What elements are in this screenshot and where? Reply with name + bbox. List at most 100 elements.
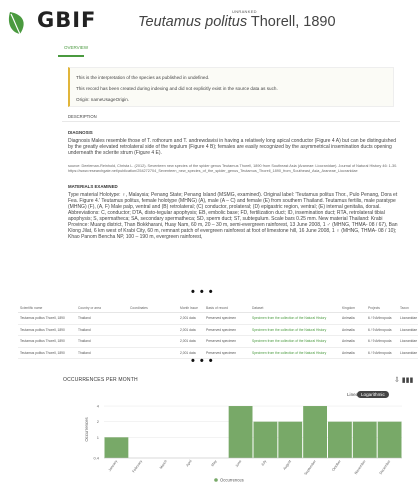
interpretation-notice: This is the interpretation of the specie…	[68, 67, 394, 107]
bar-september	[303, 406, 327, 458]
y-axis-label: Occurrences	[84, 417, 89, 441]
x-tick-label: November	[354, 459, 367, 476]
table-row[interactable]: Teutamus politus Thorell, 1890 Thailand 2,…	[18, 347, 418, 359]
x-tick-label: April	[185, 459, 193, 467]
table-header: Scientific name Country or area Coordinate…	[18, 303, 418, 313]
bar-october	[328, 421, 352, 458]
x-tick-label: September	[304, 459, 318, 476]
materials-title: MATERIALS EXAMINED	[68, 184, 118, 189]
table-row[interactable]: Teutamus politus Thorell, 1890 Thailand 2,…	[18, 335, 418, 348]
legend-label: Occurrences	[220, 478, 244, 483]
table-cell	[128, 312, 178, 325]
tab-active-indicator	[58, 55, 84, 57]
table-cell[interactable]: Specimen from the collection of the Natu…	[250, 335, 340, 348]
column-header[interactable]: Basis of record	[204, 303, 250, 313]
table-cell: Preserved specimen	[204, 335, 250, 348]
x-tick-label: February	[132, 459, 144, 473]
column-header[interactable]: Country or area	[76, 303, 128, 313]
table-cell: Preserved specimen	[204, 324, 250, 336]
table-cell: Thailand	[76, 312, 128, 325]
bar-november	[352, 421, 377, 458]
y-tick-label: 0.4	[93, 456, 99, 461]
x-tick-label: March	[159, 459, 168, 469]
bar-july	[253, 421, 278, 458]
table-cell: Thailand	[76, 347, 128, 359]
table-cell: 6 / 9 Arthropoda	[366, 324, 398, 336]
table-cell	[128, 347, 178, 359]
page-title: Teutamus politus Thorell, 1890	[138, 14, 336, 30]
column-header[interactable]: Projects	[366, 303, 398, 313]
column-header[interactable]: Scientific name	[18, 303, 76, 313]
x-tick-label: August	[282, 459, 292, 470]
bar-august	[278, 421, 303, 458]
x-tick-label: July	[260, 459, 267, 467]
table-cell	[128, 324, 178, 336]
notice-line: This is the interpretation of the specie…	[76, 75, 210, 80]
table-cell: Animalia	[340, 312, 366, 325]
table-cell: Liocranidae	[398, 312, 418, 325]
occurrences-chart: 0.4 1 2 4 Occurrences January February March Apr…	[84, 404, 402, 483]
x-tick-label: January	[108, 459, 119, 472]
notice-line: This record has been created during inde…	[76, 86, 278, 91]
diagnosis-text: Diagnosis Males resemble those of T. rot…	[68, 138, 397, 156]
x-tick-label: December	[379, 459, 392, 476]
table-cell: Liocranidae	[398, 335, 418, 348]
table-cell: Liocranidae	[398, 324, 418, 336]
table-cell[interactable]: Specimen from the collection of the Natu…	[250, 324, 340, 336]
x-tick-label: October	[331, 459, 342, 472]
table-cell: 2,001 data	[178, 312, 204, 325]
table-cell: Animalia	[340, 335, 366, 348]
diagnosis-title: DIAGNOSIS	[68, 130, 93, 135]
table-cell: Thailand	[76, 335, 128, 348]
legend-marker	[214, 478, 218, 482]
table-cell[interactable]: Specimen from the collection of the Natu…	[250, 312, 340, 325]
table-cell: Thailand	[76, 324, 128, 336]
table-cell: Preserved specimen	[204, 312, 250, 325]
column-header[interactable]: Taxon	[398, 303, 418, 313]
tab-overview[interactable]: OVERVIEW	[64, 45, 88, 50]
table-body: Teutamus politus Thorell, 1890 Thailand 2,…	[18, 312, 418, 359]
table-cell: Animalia	[340, 324, 366, 336]
table-cell: Teutamus politus Thorell, 1890	[18, 347, 76, 359]
leaf-icon	[8, 12, 24, 35]
bar-june	[228, 406, 253, 458]
bar-december	[377, 421, 402, 458]
ellipsis-separator: •••	[191, 286, 218, 298]
divider	[62, 121, 400, 122]
column-header[interactable]: Dataset	[250, 303, 340, 313]
gbif-logo[interactable]: GBIF	[6, 7, 95, 37]
column-header[interactable]: Kingdom	[340, 303, 366, 313]
diagnosis-source[interactable]: source: Deeleman-Reinhold, Christa L. (2…	[68, 164, 400, 178]
y-tick-label: 4	[97, 404, 100, 409]
table-cell: Animalia	[340, 347, 366, 359]
ellipsis-separator: •••	[191, 355, 218, 367]
table-cell: Teutamus politus Thorell, 1890	[18, 312, 76, 325]
species-author: Thorell, 1890	[250, 14, 336, 30]
table-row[interactable]: Teutamus politus Thorell, 1890 Thailand 2,…	[18, 324, 418, 336]
table-cell: 6 / 9 Arthropoda	[366, 312, 398, 325]
table-cell: Teutamus politus Thorell, 1890	[18, 324, 76, 336]
table-cell: 6 / 9 Arthropoda	[366, 347, 398, 359]
column-header[interactable]: Month Issue	[178, 303, 204, 313]
occurrence-table: Scientific name Country or area Coordinate…	[18, 303, 418, 359]
text-fade	[62, 248, 404, 270]
table-cell	[128, 335, 178, 348]
table-cell: Teutamus politus Thorell, 1890	[18, 335, 76, 348]
chart-title: OCCURRENCES PER MONTH	[63, 377, 138, 383]
table-row[interactable]: Teutamus politus Thorell, 1890 Thailand 2,…	[18, 312, 418, 325]
table-cell: 2,001 data	[178, 324, 204, 336]
table-cell: 6 / 9 Arthropoda	[366, 335, 398, 348]
table-cell: 2,001 data	[178, 335, 204, 348]
y-tick-label: 2	[97, 419, 100, 424]
table-cell: Liocranidae	[398, 347, 418, 359]
logo-text: GBIF	[37, 8, 97, 32]
bar-january	[104, 437, 129, 458]
download-icon[interactable]: ⇩ ▮▮▮	[394, 376, 413, 384]
table-cell[interactable]: Specimen from the collection of the Natu…	[250, 347, 340, 359]
species-name: Teutamus politus	[138, 14, 248, 30]
x-tick-label: May	[210, 459, 217, 467]
column-header[interactable]: Coordinates	[128, 303, 178, 313]
x-tick-label: June	[235, 459, 243, 468]
notice-line: Origin: nameUsageOrigin.	[76, 97, 130, 102]
description-heading: DESCRIPTION	[68, 114, 97, 119]
